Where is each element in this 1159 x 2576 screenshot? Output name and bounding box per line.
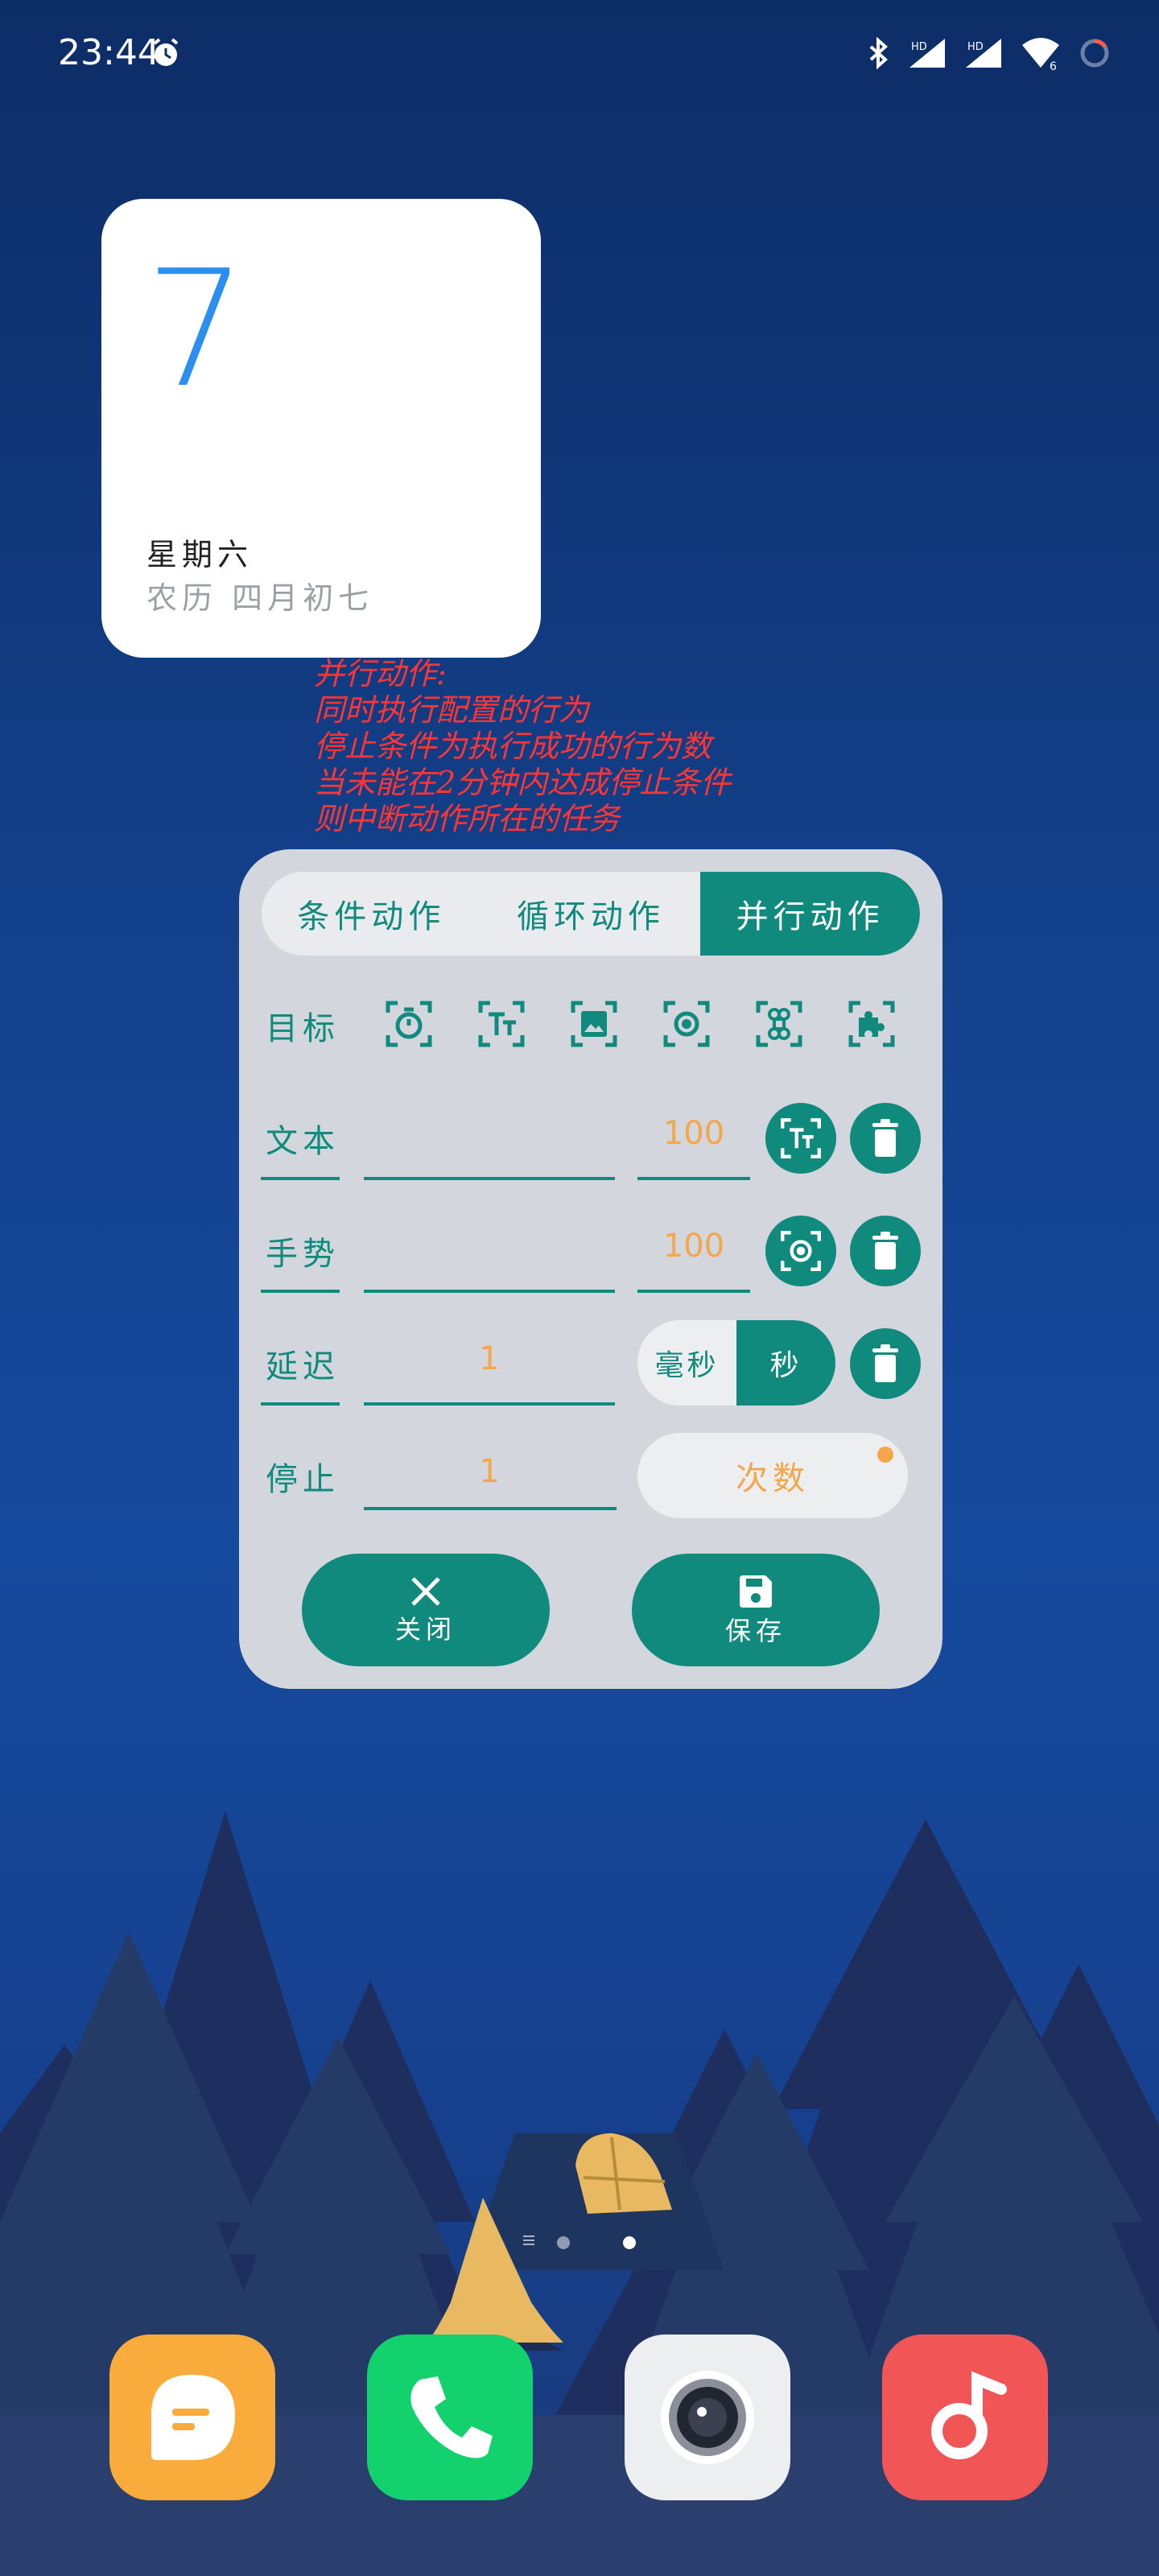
- tab-condition-action[interactable]: 条件动作: [262, 872, 481, 956]
- save-button[interactable]: 保存: [632, 1554, 880, 1666]
- calendar-weekday: 星期六: [146, 537, 254, 572]
- delay-unit-toggle: 毫秒 秒: [637, 1320, 835, 1406]
- menu-lines-icon: [523, 2235, 534, 2245]
- gesture-number-input[interactable]: 100: [637, 1228, 750, 1265]
- delay-row-label: 延迟: [266, 1348, 340, 1385]
- unit-second-option[interactable]: 秒: [736, 1320, 835, 1406]
- page-indicator-dot-1[interactable]: [557, 2236, 570, 2249]
- svg-text:HD: HD: [967, 41, 984, 53]
- text-target-button[interactable]: [765, 1103, 836, 1174]
- stop-value-input[interactable]: 1: [364, 1453, 615, 1490]
- tab-parallel-action[interactable]: 并行动作: [700, 872, 920, 956]
- gesture-label-underline: [261, 1290, 340, 1293]
- plugin-icon[interactable]: [846, 998, 897, 1050]
- bluetooth-icon: [869, 37, 889, 69]
- chat-bubble-icon: [151, 2375, 235, 2460]
- phone-handset-icon: [410, 2376, 493, 2458]
- music-note-icon: [931, 2371, 1007, 2459]
- signal-hd-2-icon: HD: [966, 39, 1001, 68]
- stop-mode-button[interactable]: 次数: [637, 1433, 908, 1518]
- delete-gesture-button[interactable]: [850, 1216, 921, 1286]
- annotation-line: 当未能在2分钟内达成停止条件: [314, 765, 732, 800]
- close-button-label: 关闭: [394, 1614, 456, 1645]
- target-label: 目标: [266, 1010, 340, 1047]
- command-icon[interactable]: [753, 998, 805, 1050]
- text-label-underline: [261, 1177, 340, 1180]
- wifi-icon: 6: [1022, 38, 1059, 71]
- stop-row-label: 停止: [266, 1461, 340, 1498]
- delay-input-underline: [364, 1402, 615, 1406]
- signal-hd-1-icon: HD: [909, 39, 945, 68]
- gesture-target-icon: [781, 1231, 821, 1271]
- gesture-input-underline: [364, 1290, 615, 1293]
- gesture-row-label: 手势: [266, 1236, 340, 1273]
- gesture-target-button[interactable]: [765, 1216, 836, 1286]
- tab-loop-action[interactable]: 循环动作: [481, 872, 701, 956]
- save-icon: [740, 1575, 772, 1608]
- calendar-lunar-date: 农历 四月初七: [146, 580, 374, 616]
- action-type-tabs: 条件动作 循环动作 并行动作: [262, 872, 920, 956]
- unit-millisecond-option[interactable]: 毫秒: [637, 1320, 736, 1406]
- trash-icon: [872, 1344, 898, 1382]
- text-value-input[interactable]: [364, 1115, 615, 1174]
- timer-icon[interactable]: [383, 998, 435, 1050]
- music-app-icon[interactable]: [882, 2334, 1048, 2500]
- close-button[interactable]: 关闭: [302, 1554, 550, 1666]
- text-input-underline: [364, 1177, 615, 1180]
- trash-icon: [872, 1232, 898, 1269]
- gesture-target-icon[interactable]: [661, 998, 712, 1050]
- trash-icon: [872, 1119, 898, 1157]
- annotation-text: 并行动作: 同时执行配置的行为 停止条件为执行成功的行为数 当未能在2分钟内达成…: [314, 656, 731, 837]
- delete-delay-button[interactable]: [850, 1328, 921, 1399]
- clock-time: 23:44: [58, 32, 160, 73]
- text-number-input[interactable]: 100: [637, 1115, 750, 1152]
- stop-input-underline: [364, 1507, 617, 1510]
- calendar-day: 7: [145, 236, 248, 423]
- delay-value-input[interactable]: 1: [364, 1340, 615, 1377]
- page-indicator-menu[interactable]: [522, 2233, 536, 2251]
- alarm-icon: [153, 38, 179, 66]
- camera-app-icon[interactable]: [625, 2334, 790, 2500]
- battery-icon: [1080, 39, 1109, 68]
- save-button-label: 保存: [724, 1616, 786, 1646]
- text-number-underline: [637, 1177, 750, 1180]
- text-row-label: 文本: [266, 1123, 340, 1160]
- annotation-line: 停止条件为执行成功的行为数: [314, 729, 712, 764]
- wifi-badge: 6: [1050, 60, 1057, 71]
- delay-label-underline: [261, 1402, 340, 1406]
- annotation-line: 则中断动作所在的任务: [314, 801, 621, 836]
- status-bar: 23:44 HD HD 6: [0, 0, 1159, 105]
- image-icon[interactable]: [568, 998, 620, 1050]
- status-icons: HD HD 6: [866, 35, 1111, 71]
- text-icon: [781, 1118, 821, 1158]
- gesture-number-underline: [637, 1290, 750, 1293]
- svg-text:HD: HD: [911, 41, 927, 53]
- camera-lens-icon: [661, 2371, 754, 2464]
- text-icon[interactable]: [476, 998, 527, 1050]
- close-icon: [411, 1577, 440, 1606]
- stop-mode-indicator-dot: [877, 1447, 893, 1463]
- gesture-value-input[interactable]: [364, 1228, 615, 1287]
- phone-app-icon[interactable]: [367, 2334, 533, 2500]
- annotation-line: 并行动作:: [314, 656, 447, 691]
- delete-text-button[interactable]: [850, 1103, 921, 1174]
- annotation-line: 同时执行配置的行为: [314, 692, 590, 728]
- page-indicator-dot-2[interactable]: [623, 2236, 636, 2249]
- messages-app-icon[interactable]: [109, 2334, 275, 2500]
